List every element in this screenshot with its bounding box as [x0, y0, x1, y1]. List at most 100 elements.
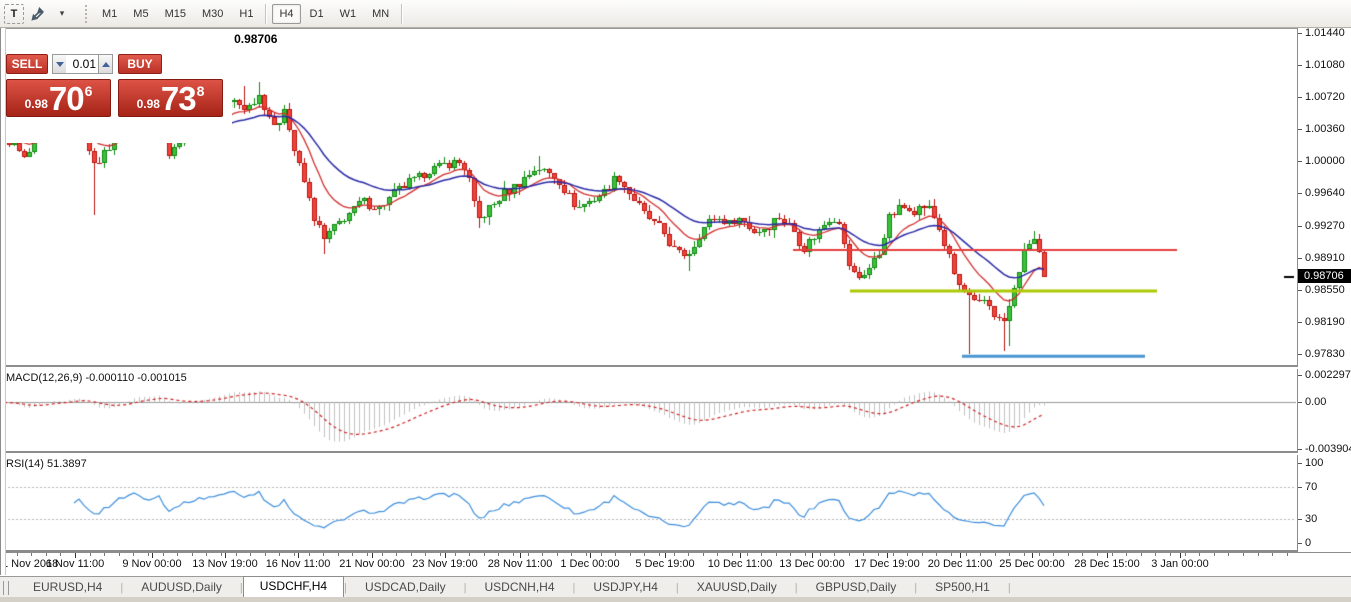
chart-tab-usdcad-daily[interactable]: USDCAD,Daily — [347, 578, 464, 597]
price-tick-label: 0.98550 — [1305, 284, 1345, 296]
date-minor-tick — [411, 553, 412, 556]
price-tick-mark — [1298, 258, 1302, 259]
date-minor-tick — [17, 553, 18, 556]
arrows-tool-button[interactable] — [26, 4, 50, 24]
date-minor-tick — [250, 553, 251, 556]
date-minor-tick — [1155, 553, 1156, 556]
chart-tab-audusd-daily[interactable]: AUDUSD,Daily — [123, 578, 240, 597]
current-price-marker: 0.98706 — [1298, 269, 1351, 283]
date-minor-tick — [294, 553, 295, 556]
sell-price-big: 70 — [49, 82, 84, 115]
date-label: 13 Nov 19:00 — [192, 558, 257, 570]
date-minor-tick — [206, 553, 207, 556]
date-minor-tick — [1243, 553, 1244, 556]
date-minor-tick — [1053, 553, 1054, 556]
macd-tick-label: 0.002297 — [1305, 369, 1351, 381]
timeframe-button-m1[interactable]: M1 — [95, 4, 124, 24]
timeframe-button-mn[interactable]: MN — [365, 4, 396, 24]
toolbar-grip[interactable] — [83, 5, 88, 23]
price-tick-label: 1.00000 — [1305, 155, 1345, 167]
volume-increase-button[interactable] — [98, 54, 113, 74]
timeframe-button-m15[interactable]: M15 — [158, 4, 193, 24]
price-tick-label: 0.98190 — [1305, 316, 1345, 328]
date-minor-tick — [907, 553, 908, 556]
sell-price-pip: 6 — [85, 83, 93, 99]
date-minor-tick — [936, 553, 937, 556]
buy-button[interactable]: BUY — [118, 54, 162, 74]
macd-canvas[interactable] — [0, 369, 1296, 451]
sell-price-tile[interactable]: 0.98 70 6 — [6, 79, 111, 117]
timeframe-button-d1[interactable]: D1 — [303, 4, 331, 24]
date-minor-tick — [674, 553, 675, 556]
date-minor-tick — [1126, 553, 1127, 556]
panel-left-grip[interactable] — [0, 28, 6, 575]
date-label: 10 Dec 11:00 — [708, 558, 773, 570]
rsi-canvas[interactable] — [0, 455, 1296, 550]
date-minor-tick — [279, 553, 280, 556]
chart-tab-usdchf-h4[interactable]: USDCHF,H4 — [243, 576, 344, 598]
timeframe-button-h1[interactable]: H1 — [232, 4, 260, 24]
chart-tab-bar: EURUSD,H4|AUDUSD,Daily|USDCHF,H4|USDCAD,… — [0, 576, 1351, 597]
volume-input[interactable] — [66, 54, 99, 74]
price-axis[interactable]: 0.98706 1.014401.010801.007201.003601.00… — [1297, 28, 1351, 367]
sell-button[interactable]: SELL — [6, 54, 48, 74]
date-label: 9 Nov 00:00 — [122, 558, 181, 570]
macd-axis[interactable]: 0.0022970.00-0.003904 — [1297, 369, 1351, 453]
tab-separator: | — [1008, 582, 1011, 597]
date-minor-tick — [498, 553, 499, 556]
main-chart-panel[interactable]: ▲ USDCHF,H4 0.98608 0.98736 0.98598 0.98… — [0, 28, 1297, 367]
tabbar-grip[interactable] — [3, 581, 9, 595]
rsi-tick-mark — [1298, 543, 1302, 544]
price-tick-label: 0.99640 — [1305, 187, 1345, 199]
chart-tab-xauusd-daily[interactable]: XAUUSD,Daily — [679, 578, 795, 597]
date-minor-tick — [60, 553, 61, 556]
timeframe-button-w1[interactable]: W1 — [333, 4, 364, 24]
date-minor-tick — [863, 553, 864, 556]
date-minor-tick — [440, 553, 441, 556]
timeframe-button-m5[interactable]: M5 — [126, 4, 155, 24]
arrow-up-icon — [102, 62, 110, 67]
text-tool-button[interactable]: T — [4, 4, 24, 24]
date-axis[interactable]: 1 Nov 20186 Nov 11:009 Nov 00:0013 Nov 1… — [0, 552, 1351, 576]
timeframe-button-m30[interactable]: M30 — [195, 4, 230, 24]
date-minor-tick — [922, 553, 923, 556]
date-minor-tick — [1228, 553, 1229, 556]
buy-price-base: 0.98 — [137, 97, 160, 111]
date-label: 3 Jan 00:00 — [1151, 558, 1209, 570]
volume-decrease-button[interactable] — [52, 54, 67, 74]
rsi-tick-label: 30 — [1305, 513, 1317, 525]
date-minor-tick — [367, 553, 368, 556]
mt4-window: T ▾ M1M5M15M30H1H4D1W1MN ▲ USDCHF,H4 0.9… — [0, 0, 1351, 602]
date-minor-tick — [732, 553, 733, 556]
chart-tab-eurusd-h4[interactable]: EURUSD,H4 — [15, 578, 120, 597]
date-minor-tick — [557, 553, 558, 556]
date-minor-tick — [192, 553, 193, 556]
date-minor-tick — [265, 553, 266, 556]
arrows-tool-dropdown[interactable]: ▾ — [52, 4, 72, 24]
date-minor-tick — [747, 553, 748, 556]
date-minor-tick — [703, 553, 704, 556]
date-minor-tick — [761, 553, 762, 556]
rsi-panel[interactable]: RSI(14) 51.3897 — [0, 455, 1297, 552]
date-minor-tick — [980, 553, 981, 556]
date-minor-tick — [601, 553, 602, 556]
chart-tab-usdjpy-h4[interactable]: USDJPY,H4 — [575, 578, 675, 597]
rsi-tick-mark — [1298, 463, 1302, 464]
date-minor-tick — [148, 553, 149, 556]
chart-tab-sp500-h1[interactable]: SP500,H1 — [917, 578, 1008, 597]
chart-tab-gbpusd-daily[interactable]: GBPUSD,Daily — [798, 578, 915, 597]
timeframe-button-h4[interactable]: H4 — [272, 4, 300, 24]
chart-tab-usdcnh-h4[interactable]: USDCNH,H4 — [467, 578, 573, 597]
buy-price-big: 73 — [161, 82, 196, 115]
price-tick-label: 0.97830 — [1305, 348, 1345, 360]
date-minor-tick — [878, 553, 879, 556]
rsi-axis[interactable]: 10070300 — [1297, 455, 1351, 552]
date-label: 28 Dec 15:00 — [1074, 558, 1139, 570]
macd-panel[interactable]: MACD(12,26,9) -0.000110 -0.001015 — [0, 369, 1297, 453]
arrow-down-icon — [56, 62, 64, 67]
price-tick-label: 1.00720 — [1305, 91, 1345, 103]
date-minor-tick — [323, 553, 324, 556]
timeframe-group: M1M5M15M30H1 H4D1W1MN — [94, 4, 397, 24]
date-minor-tick — [396, 553, 397, 556]
buy-price-tile[interactable]: 0.98 73 8 — [118, 79, 223, 117]
